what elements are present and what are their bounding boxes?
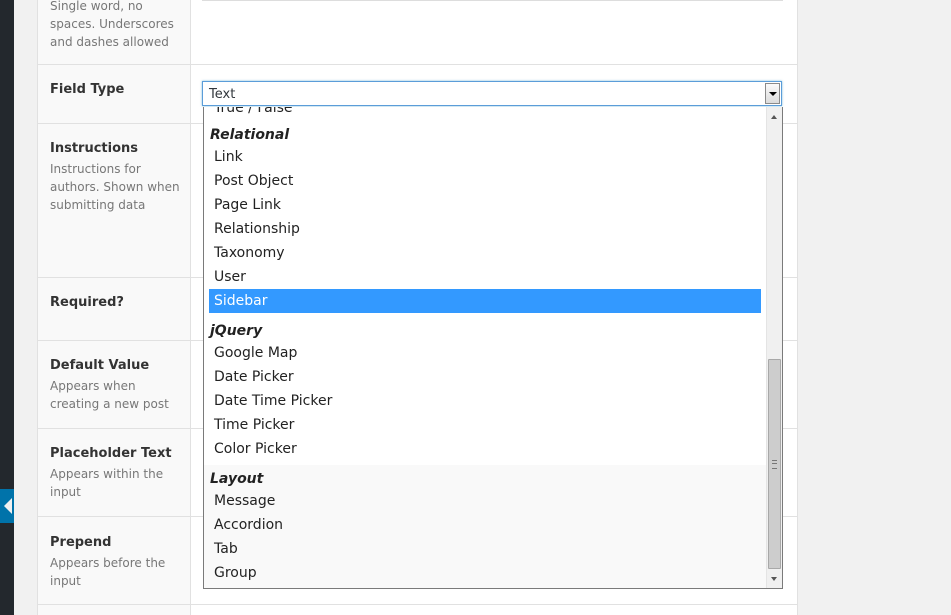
instructions-label: Instructions Instructions for authors. S…	[50, 140, 180, 214]
dropdown-option[interactable]: Tab	[209, 537, 761, 561]
chevron-down-icon	[771, 577, 777, 581]
chevron-up-icon	[771, 115, 777, 119]
optgroup-layout: Layout	[210, 471, 264, 487]
dropdown-option-partial[interactable]: True / False	[214, 107, 293, 118]
current-menu-arrow-icon	[4, 498, 12, 514]
instructions-desc: Instructions for authors. Shown when sub…	[50, 162, 180, 212]
dropdown-option[interactable]: Time Picker	[209, 413, 761, 437]
dropdown-toggle-button[interactable]	[765, 83, 780, 104]
placeholder-text-title: Placeholder Text	[50, 446, 172, 461]
field-name-input-edge[interactable]	[202, 0, 783, 1]
grip-icon	[772, 460, 777, 469]
scroll-down-button[interactable]	[767, 571, 782, 587]
field-type-select[interactable]: Text	[202, 81, 782, 106]
placeholder-text-label: Placeholder Text Appears within the inpu…	[50, 445, 180, 501]
field-name-label: Single word, no spaces. Underscores and …	[50, 0, 180, 51]
field-type-dropdown-list[interactable]: True / False Relational Link Post Object…	[203, 107, 783, 589]
field-type-label: Field Type	[50, 81, 180, 98]
row-divider	[38, 604, 797, 605]
dropdown-options-area: True / False Relational Link Post Object…	[204, 107, 768, 588]
scroll-up-button[interactable]	[767, 109, 782, 125]
default-value-title: Default Value	[50, 358, 150, 373]
field-name-desc: Single word, no spaces. Underscores and …	[50, 0, 174, 49]
dropdown-option[interactable]: Taxonomy	[209, 241, 761, 265]
chevron-down-icon	[769, 92, 777, 96]
dropdown-option[interactable]: User	[209, 265, 761, 289]
instructions-title: Instructions	[50, 141, 139, 156]
dropdown-option[interactable]: Relationship	[209, 217, 761, 241]
optgroup-jquery: jQuery	[210, 323, 263, 339]
scrollbar-thumb[interactable]	[768, 359, 781, 569]
dropdown-option[interactable]: Post Object	[209, 169, 761, 193]
dropdown-scrollbar[interactable]	[766, 107, 782, 588]
row-divider	[38, 64, 797, 65]
dropdown-option-selected[interactable]: Sidebar	[209, 289, 761, 313]
prepend-desc: Appears before the input	[50, 556, 166, 588]
dropdown-option[interactable]: Group	[209, 561, 761, 585]
placeholder-text-desc: Appears within the input	[50, 467, 164, 499]
required-label: Required?	[50, 294, 180, 311]
prepend-label: Prepend Appears before the input	[50, 534, 180, 590]
dropdown-option[interactable]: Link	[209, 145, 761, 169]
optgroup-relational: Relational	[210, 127, 290, 143]
dropdown-option[interactable]: Google Map	[209, 341, 761, 365]
dropdown-option[interactable]: Date Time Picker	[209, 389, 761, 413]
default-value-label: Default Value Appears when creating a ne…	[50, 357, 180, 413]
required-title: Required?	[50, 295, 124, 310]
field-type-title: Field Type	[50, 82, 125, 97]
dropdown-option[interactable]: Date Picker	[209, 365, 761, 389]
field-type-select-value: Text	[209, 87, 236, 102]
dropdown-option[interactable]: Accordion	[209, 513, 761, 537]
prepend-title: Prepend	[50, 535, 112, 550]
default-value-desc: Appears when creating a new post	[50, 379, 169, 411]
dropdown-option[interactable]: Page Link	[209, 193, 761, 217]
dropdown-option[interactable]: Message	[209, 489, 761, 513]
dropdown-option[interactable]: Color Picker	[209, 437, 761, 461]
